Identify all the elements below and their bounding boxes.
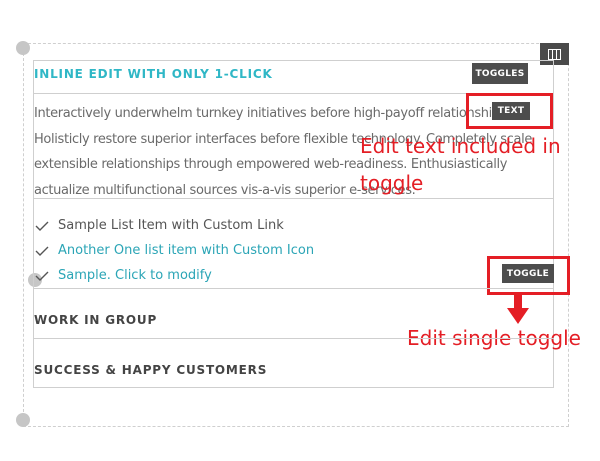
divider <box>33 338 554 339</box>
list-item[interactable]: Sample List Item with Custom Link <box>34 218 284 233</box>
list-item[interactable]: Another One list item with Custom Icon <box>34 243 314 258</box>
accordion-title[interactable]: INLINE EDIT WITH ONLY 1-CLICK <box>34 67 273 81</box>
check-icon <box>35 271 49 281</box>
check-icon <box>35 221 49 231</box>
list-item-label: Sample List Item with Custom Link <box>58 218 284 233</box>
toggle-tag[interactable]: TOGGLE <box>502 264 554 283</box>
columns-icon <box>548 48 561 60</box>
list-item-label[interactable]: Sample. Click to modify <box>58 268 212 283</box>
check-icon <box>35 246 49 256</box>
divider <box>33 198 554 199</box>
divider <box>33 288 554 289</box>
toggle-title-work-in-group[interactable]: WORK IN GROUP <box>34 313 157 327</box>
text-tag[interactable]: TEXT <box>492 102 530 120</box>
list-item-label[interactable]: Another One list item with Custom Icon <box>58 243 314 258</box>
list-item[interactable]: Sample. Click to modify <box>34 268 212 283</box>
annotation-edit-text-line2: toggle <box>360 171 424 195</box>
arrow-down-icon <box>507 294 529 324</box>
resize-handle-top-left[interactable] <box>16 41 30 55</box>
toggles-tag[interactable]: TOGGLES <box>472 63 528 84</box>
toggle-title-success[interactable]: SUCCESS & HAPPY CUSTOMERS <box>34 363 267 377</box>
annotation-edit-text-line1: Edit text included in <box>360 134 561 158</box>
resize-handle-bottom-left[interactable] <box>16 413 30 427</box>
